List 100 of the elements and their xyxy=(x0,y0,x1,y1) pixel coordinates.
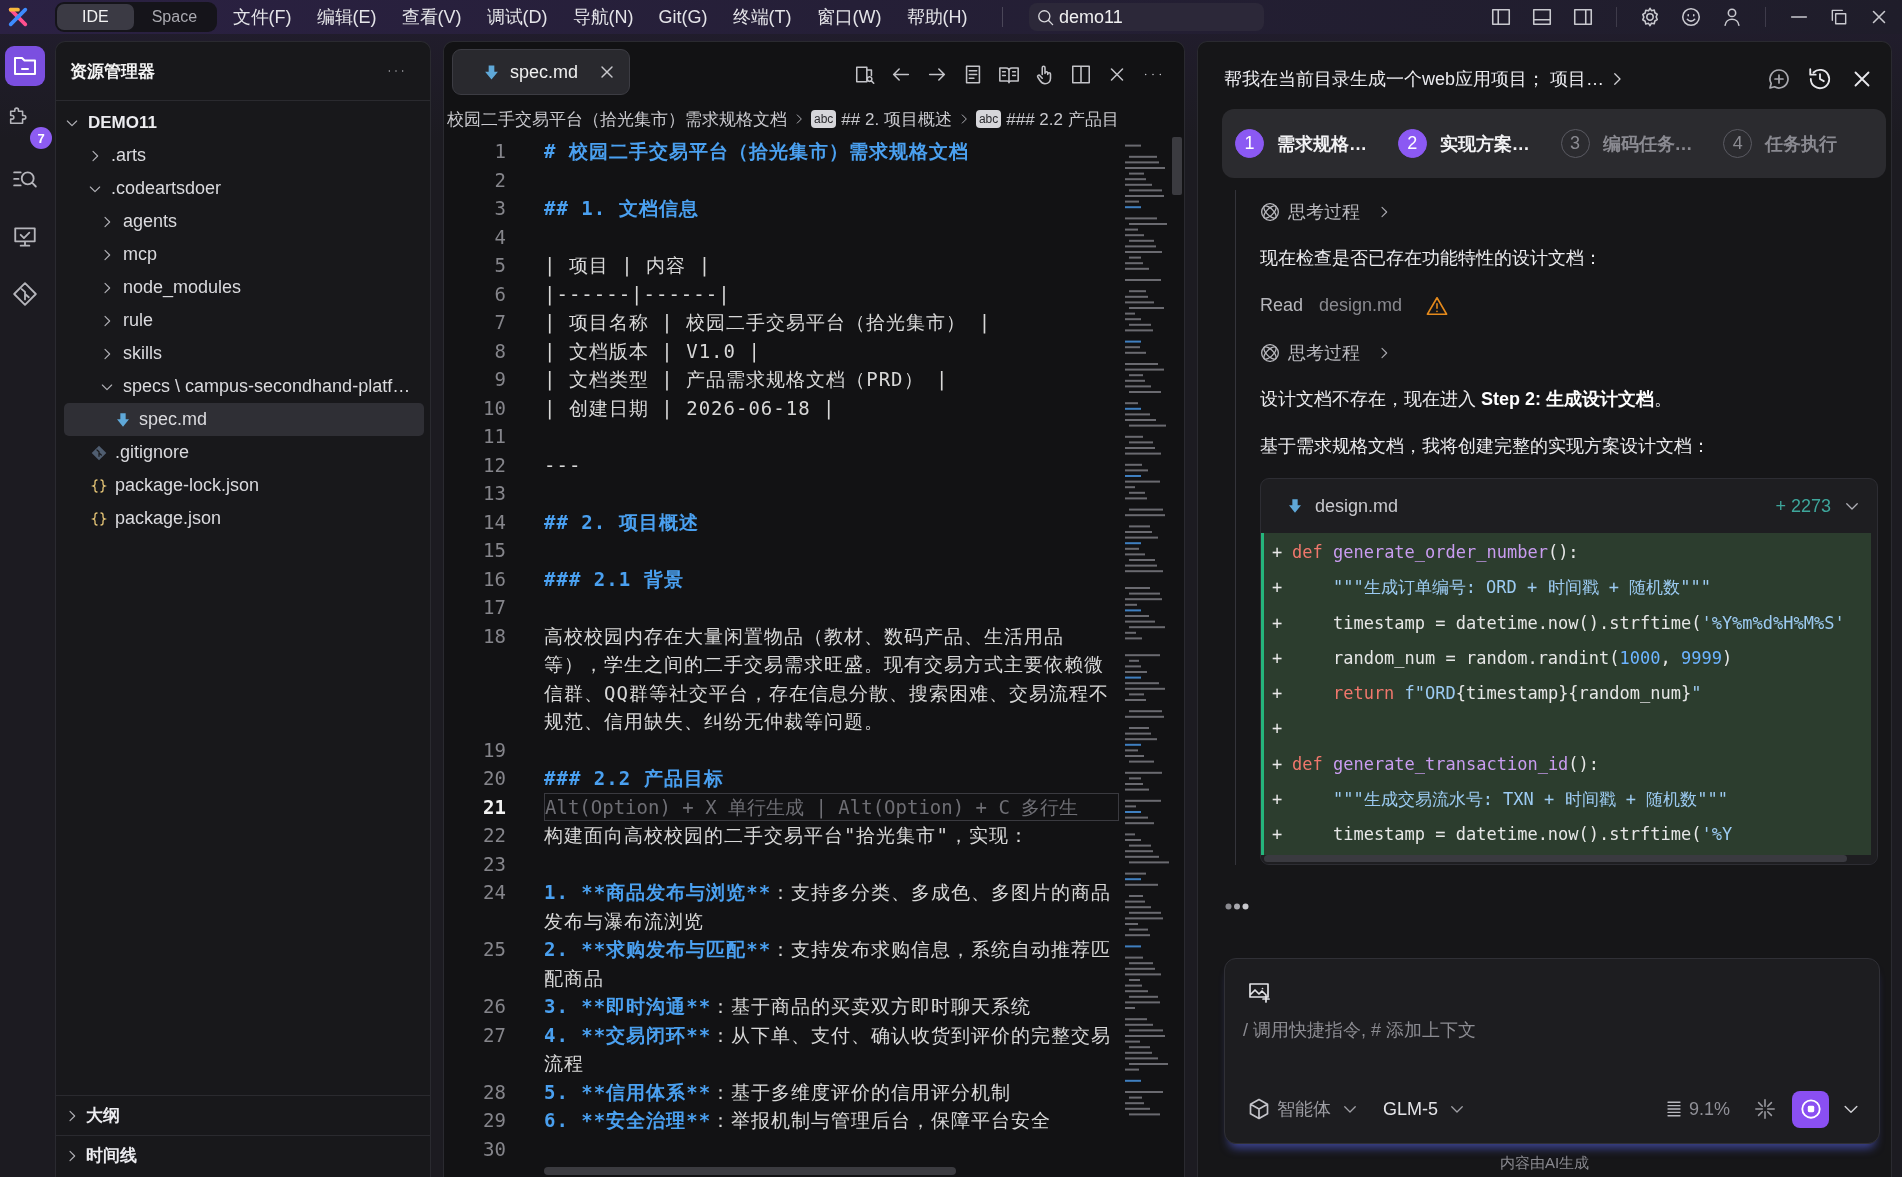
file-link[interactable]: design.md xyxy=(1319,295,1403,316)
line-number: 5 xyxy=(494,254,506,276)
code-line: ## 1. 文档信息 xyxy=(544,197,699,219)
editor-tab[interactable]: spec.md xyxy=(452,49,630,95)
menu-item[interactable]: 窗口(W) xyxy=(804,2,894,32)
diff-line: + timestamp = datetime.now().strftime('%Y%m%d%H%M%S' xyxy=(1272,611,1846,635)
diff-line: + timestamp = datetime.now().strftime('%Y xyxy=(1272,823,1734,847)
line-number: 3 xyxy=(494,197,506,219)
stack-icon xyxy=(1664,1100,1683,1118)
git-icon[interactable] xyxy=(12,281,38,307)
cube-icon xyxy=(1247,1097,1271,1121)
line-number: 25 xyxy=(483,938,506,960)
file-name[interactable]: design.md xyxy=(1315,495,1399,517)
menu-item[interactable]: 导航(N) xyxy=(560,2,647,32)
code-line: 构建面向高校校园的二手交易平台"拾光集市"，实现： xyxy=(544,824,1029,846)
tree-item[interactable]: node_modules xyxy=(64,271,424,304)
line-number: 2 xyxy=(494,168,506,191)
logo-icon xyxy=(7,6,29,28)
settings-icon[interactable] xyxy=(1639,6,1661,28)
message-input[interactable]: / 调用快捷指令, # 添加上下文 xyxy=(1243,1018,1861,1050)
tree-item[interactable]: specs \ campus-secondhand-platf… xyxy=(64,370,424,403)
model-dropdown[interactable]: GLM-5 xyxy=(1383,1091,1466,1127)
tree-item[interactable]: rule xyxy=(64,304,424,337)
inline-suggestion: Alt(Option) + X 单行生成 | Alt(Option) + C 多行生 xyxy=(544,792,1119,821)
line-number: 8 xyxy=(494,339,506,362)
braces-icon xyxy=(91,477,107,494)
tree-item[interactable]: DEMO11 xyxy=(64,106,424,139)
code-line: --- xyxy=(544,453,582,476)
step-number: 1 xyxy=(1235,129,1264,158)
tree-item[interactable]: .gitignore xyxy=(64,436,424,469)
tree-item[interactable]: .arts xyxy=(64,139,424,172)
tree-item[interactable]: agents xyxy=(64,205,424,238)
message-text: 现在检查是否已存在功能特性的设计文档： xyxy=(1260,247,1602,270)
line-number: 23 xyxy=(483,852,506,875)
atom-icon xyxy=(1260,342,1280,363)
tree-item[interactable]: mcp xyxy=(64,238,424,271)
step-label: 需求规格… xyxy=(1277,132,1367,156)
atom-icon xyxy=(1260,201,1280,222)
line-number: 28 xyxy=(483,1080,506,1103)
thinking-toggle[interactable]: 思考过程 xyxy=(1260,198,1392,225)
tool-action: Read xyxy=(1260,295,1304,316)
line-number: 24 xyxy=(483,881,506,903)
code-line: 6. **安全治理**：举报机制与管理后台，保障平台安全 xyxy=(544,1109,1052,1131)
thinking-toggle[interactable]: 思考过程 xyxy=(1260,339,1392,366)
breadcrumb-item[interactable]: ## 2. 项目概述 xyxy=(841,107,952,131)
menu-item[interactable]: 编辑(E) xyxy=(304,2,390,32)
scrollbar-thumb[interactable] xyxy=(544,1167,956,1175)
git-icon xyxy=(91,444,107,461)
panel-right-icon[interactable] xyxy=(1572,6,1594,28)
menu-item[interactable]: 终端(T) xyxy=(720,2,804,32)
restore-icon[interactable] xyxy=(1829,7,1849,27)
code-line: 4. **交易闭环**：从下单、支付、确认收货到评价的完整交易流程 xyxy=(544,1023,1112,1074)
line-number: 19 xyxy=(483,738,506,761)
scrollbar-thumb[interactable] xyxy=(1172,137,1182,195)
tree-item[interactable]: package.json xyxy=(64,502,424,535)
message-text: 基于需求规格文档，我将创建完整的实现方案设计文档： xyxy=(1260,435,1710,458)
folder-icon[interactable] xyxy=(5,46,45,86)
agent-dropdown[interactable]: 智能体 xyxy=(1247,1091,1359,1127)
panel-left-icon[interactable] xyxy=(1490,6,1512,28)
tree-item[interactable]: spec.md xyxy=(64,403,424,436)
section-header[interactable]: 大纲 xyxy=(56,1095,430,1135)
diff-line: + random_num = random.randint(1000, 9999) xyxy=(1272,646,1734,670)
tree-item[interactable]: .codeartsdoer xyxy=(64,172,424,205)
menu-item[interactable]: Git(G) xyxy=(646,2,721,32)
add-chat-icon[interactable] xyxy=(1767,67,1791,91)
user-icon[interactable] xyxy=(1721,6,1743,28)
menu-item[interactable]: 调试(D) xyxy=(474,2,561,32)
code-line: ### 2.2 产品目标 xyxy=(544,767,724,789)
message-text: 设计文档不存在，现在进入 Step 2: 生成设计文档。 xyxy=(1260,388,1673,411)
search-field[interactable]: demo11 xyxy=(1029,3,1264,31)
line-number: 14 xyxy=(483,510,506,533)
monitor-icon[interactable] xyxy=(12,224,38,250)
menu-item[interactable]: 查看(V) xyxy=(389,2,475,32)
tree-item[interactable]: skills xyxy=(64,337,424,370)
image-icon[interactable] xyxy=(1247,980,1271,1004)
breadcrumb-item[interactable]: 校园二手交易平台（拾光集市）需求规格文档 xyxy=(447,107,787,131)
mode-tab[interactable]: Space xyxy=(133,4,216,30)
line-number: 16 xyxy=(483,567,506,590)
step-label: 编码任务… xyxy=(1602,132,1693,156)
history-icon[interactable] xyxy=(1807,66,1833,92)
line-number: 11 xyxy=(483,425,506,447)
puzzle-icon[interactable] xyxy=(7,104,29,126)
code-line: 5. **信用体系**：基于多维度评价的信用评分机制 xyxy=(544,1080,1012,1103)
line-number: 30 xyxy=(483,1137,506,1160)
search-icon xyxy=(1036,7,1055,27)
code-line: 3. **即时沟通**：基于商品的买卖双方即时聊天系统 xyxy=(544,995,1032,1017)
section-header[interactable]: 时间线 xyxy=(56,1135,430,1175)
breadcrumb-item[interactable]: ### 2.2 产品目 xyxy=(1006,107,1119,131)
scrollbar-thumb[interactable] xyxy=(1264,854,1847,862)
sparkle-icon[interactable] xyxy=(1754,1098,1776,1120)
tree-item[interactable]: package-lock.json xyxy=(64,469,424,502)
code-line: |------|------| xyxy=(544,282,731,305)
chat-title[interactable]: 帮我在当前目录生成一个web应用项目； 项目… xyxy=(1224,67,1605,91)
panel-bottom-icon[interactable] xyxy=(1531,6,1553,28)
mode-tab[interactable]: IDE xyxy=(57,4,134,30)
menu-item[interactable]: 帮助(H) xyxy=(894,2,980,32)
stop-button[interactable] xyxy=(1792,1090,1829,1128)
code-line: | 文档版本 | V1.0 | xyxy=(544,339,761,362)
smiley-icon[interactable] xyxy=(1680,6,1702,28)
menu-item[interactable]: 文件(F) xyxy=(220,2,305,32)
